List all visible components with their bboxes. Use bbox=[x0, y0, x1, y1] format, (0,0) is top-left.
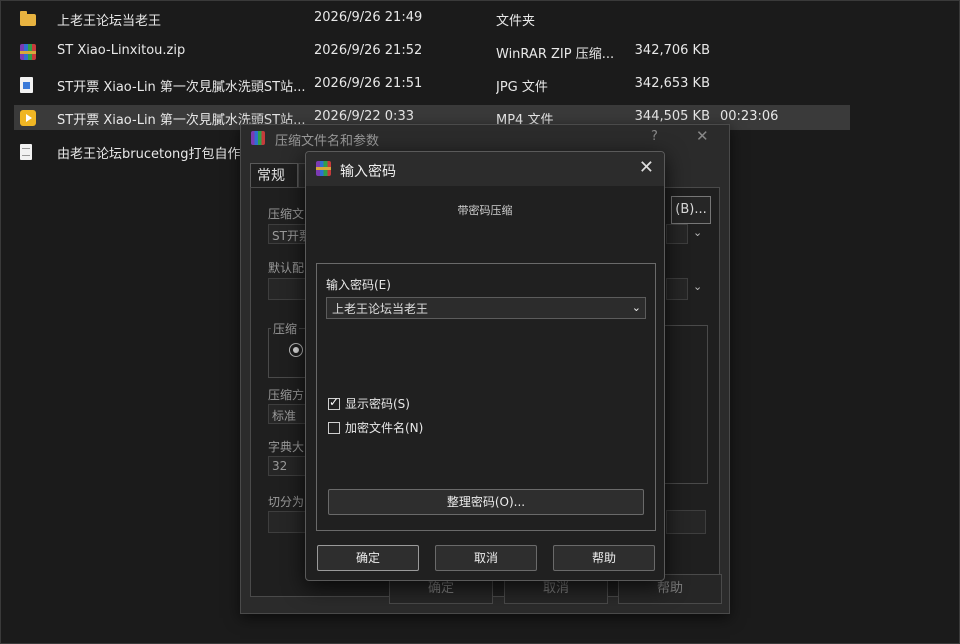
mp4-file-icon bbox=[20, 109, 36, 126]
split-field-end bbox=[666, 510, 706, 534]
dictionary-label: 字典大 bbox=[268, 440, 305, 454]
compression-method-label: 压缩方 bbox=[268, 388, 305, 402]
file-row-folder[interactable]: 上老王论坛当老王 2026/9/26 21:49 文件夹 bbox=[14, 6, 850, 31]
file-type: 文件夹 bbox=[496, 14, 536, 29]
show-password-label: 显示密码(S) bbox=[345, 397, 410, 411]
organize-passwords-button[interactable]: 整理密码(O)... bbox=[328, 489, 644, 515]
help-button[interactable]: 帮助 bbox=[553, 545, 655, 571]
dialog-title: 压缩文件名和参数 bbox=[275, 134, 380, 149]
winrar-icon bbox=[251, 131, 265, 145]
chevron-down-icon[interactable]: ⌄ bbox=[693, 280, 702, 293]
close-icon[interactable]: ✕ bbox=[639, 157, 654, 178]
help-icon[interactable]: ? bbox=[651, 129, 658, 144]
file-row-jpg[interactable]: ST开票 Xiao-Lin 第一次見膩水洗頭ST站... 2026/9/26 2… bbox=[14, 72, 850, 97]
jpg-file-icon bbox=[20, 76, 33, 93]
folder-icon bbox=[20, 10, 36, 26]
archive-format-label: 压缩 bbox=[271, 320, 300, 337]
password-label: 输入密码(E) bbox=[326, 278, 391, 292]
file-date: 2026/9/26 21:49 bbox=[314, 10, 423, 25]
enter-password-dialog: 输入密码 ✕ 带密码压缩 输入密码(E) ⌄ 显示密码(S) 加密文件名(N) … bbox=[305, 151, 665, 581]
file-size: 344,505 KB bbox=[634, 109, 710, 124]
chevron-down-icon[interactable]: ⌄ bbox=[693, 226, 702, 239]
radio-format[interactable] bbox=[289, 343, 303, 357]
archive-name-field[interactable]: ST开票 bbox=[268, 224, 308, 244]
title-bar: 输入密码 ✕ bbox=[306, 152, 664, 186]
file-type: WinRAR ZIP 压缩... bbox=[496, 47, 615, 62]
file-size: 342,653 KB bbox=[634, 76, 710, 91]
archive-name-field-end bbox=[666, 224, 688, 244]
file-date: 2026/9/26 21:51 bbox=[314, 76, 423, 91]
split-label: 切分为 bbox=[268, 495, 305, 509]
dialog-subtitle: 带密码压缩 bbox=[457, 204, 513, 217]
file-date: 2026/9/22 0:33 bbox=[314, 109, 414, 124]
close-icon[interactable]: ✕ bbox=[696, 127, 709, 145]
file-row-zip[interactable]: ST Xiao-Linxitou.zip 2026/9/26 21:52 Win… bbox=[14, 39, 850, 64]
winrar-icon bbox=[20, 43, 36, 60]
archive-name-label: 压缩文 bbox=[268, 207, 305, 221]
text-file-icon bbox=[20, 143, 32, 160]
password-combobox[interactable]: ⌄ bbox=[326, 297, 646, 319]
profile-field-end bbox=[666, 278, 688, 300]
encrypt-filenames-label: 加密文件名(N) bbox=[345, 421, 424, 435]
file-name: ST Xiao-Linxitou.zip bbox=[57, 43, 186, 58]
checkbox-checked-icon[interactable] bbox=[328, 395, 340, 410]
ok-button[interactable]: 确定 bbox=[317, 545, 419, 571]
file-name: ST开票 Xiao-Lin 第一次見膩水洗頭ST站... bbox=[57, 80, 306, 95]
checkbox-unchecked-icon[interactable] bbox=[328, 421, 340, 434]
profile-field[interactable] bbox=[268, 278, 308, 300]
winrar-icon bbox=[316, 161, 331, 176]
dialog-title: 输入密码 bbox=[340, 164, 396, 180]
chevron-down-icon[interactable]: ⌄ bbox=[632, 301, 641, 314]
browse-button[interactable]: (B)... bbox=[671, 196, 711, 224]
dictionary-field[interactable]: 32 bbox=[268, 456, 308, 476]
file-duration: 00:23:06 bbox=[720, 109, 779, 124]
encrypt-filenames-checkbox[interactable]: 加密文件名(N) bbox=[328, 419, 423, 436]
cancel-button[interactable]: 取消 bbox=[435, 545, 537, 571]
file-size: 342,706 KB bbox=[634, 43, 710, 58]
compression-method-field[interactable]: 标准 bbox=[268, 404, 308, 424]
file-date: 2026/9/26 21:52 bbox=[314, 43, 423, 58]
file-type: JPG 文件 bbox=[496, 80, 548, 95]
default-profile-label: 默认配 bbox=[268, 261, 305, 275]
split-field[interactable] bbox=[268, 511, 308, 533]
tab-general[interactable]: 常规 bbox=[250, 163, 298, 187]
password-input[interactable] bbox=[329, 299, 625, 317]
show-password-checkbox[interactable]: 显示密码(S) bbox=[328, 395, 410, 412]
file-name: 由老王论坛brucetong打包自作.txt bbox=[57, 147, 257, 162]
file-name: 上老王论坛当老王 bbox=[57, 14, 162, 29]
